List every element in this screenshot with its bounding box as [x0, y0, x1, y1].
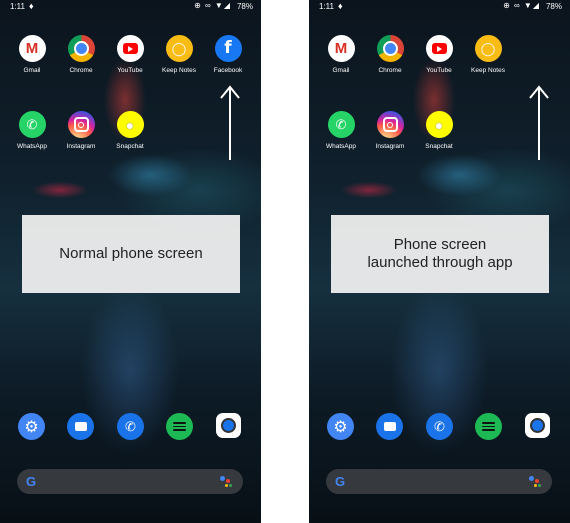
status-time: 1:11 — [319, 2, 334, 11]
status-bar: 1:11 ♦ ⊕ ∞ ▼◢ 78% — [0, 0, 261, 14]
app-label: Snapchat — [116, 143, 144, 150]
app-label: Gmail — [332, 67, 350, 74]
ghost-icon: ● — [116, 111, 144, 138]
app-youtube[interactable]: YouTube — [107, 35, 153, 74]
app-label: Snapchat — [425, 143, 453, 150]
assistant-icon[interactable] — [220, 476, 232, 488]
app-keep-notes[interactable]: ◯ Keep Notes — [156, 35, 202, 74]
battery-percent: 78% — [545, 2, 562, 11]
status-icons: ⊕ ∞ ▼◢ — [503, 1, 540, 10]
app-label: WhatsApp — [326, 143, 356, 150]
chrome-icon — [67, 35, 95, 62]
assistant-icon[interactable] — [529, 476, 541, 488]
google-search-bar[interactable]: G — [326, 469, 552, 494]
camera-icon[interactable] — [216, 413, 241, 438]
app-instagram[interactable]: Instagram — [58, 111, 104, 150]
lightbulb-icon: ◯ — [165, 35, 193, 62]
phone-icon[interactable]: ✆ — [117, 413, 144, 440]
caption-box: Normal phone screen — [22, 215, 240, 293]
app-label: Keep Notes — [162, 67, 196, 74]
app-instagram[interactable]: Instagram — [367, 111, 413, 150]
app-label: Facebook — [213, 67, 243, 74]
app-label: YouTube — [117, 67, 143, 74]
whatsapp-icon: ✆ — [18, 111, 46, 138]
facebook-icon: f — [214, 35, 242, 62]
google-search-bar[interactable]: G — [17, 469, 243, 494]
app-label: Keep Notes — [471, 67, 505, 74]
app-chrome[interactable]: Chrome — [367, 35, 413, 74]
settings-icon[interactable]: ⚙ — [327, 413, 354, 440]
lightbulb-icon: ◯ — [474, 35, 502, 62]
app-label: YouTube — [426, 67, 452, 74]
phone-screen-launched: 1:11 ♦ ⊕ ∞ ▼◢ 78% M Gmail Chrome YouTube… — [309, 0, 570, 523]
app-label: Instagram — [375, 143, 405, 150]
app-label: WhatsApp — [17, 143, 47, 150]
app-keep-notes[interactable]: ◯ Keep Notes — [465, 35, 511, 74]
app-label: Instagram — [66, 143, 96, 150]
status-bar: 1:11 ♦ ⊕ ∞ ▼◢ 78% — [309, 0, 570, 14]
messages-icon[interactable] — [67, 413, 94, 440]
ghost-icon: ● — [425, 111, 453, 138]
caption-line-2: launched through app — [367, 254, 513, 271]
youtube-icon — [116, 35, 144, 62]
spotify-icon[interactable] — [475, 413, 502, 440]
app-label: Chrome — [69, 67, 93, 74]
app-snapchat[interactable]: ● Snapchat — [416, 111, 462, 150]
spotify-icon[interactable] — [166, 413, 193, 440]
app-whatsapp[interactable]: ✆ WhatsApp — [9, 111, 55, 150]
google-logo-icon: G — [26, 474, 37, 489]
caption-text: Normal phone screen — [59, 245, 203, 262]
youtube-icon — [425, 35, 453, 62]
app-gmail[interactable]: M Gmail — [318, 35, 364, 74]
caption-box: Phone screen launched through app — [331, 215, 549, 293]
notification-icon: ♦ — [29, 1, 34, 11]
app-youtube[interactable]: YouTube — [416, 35, 462, 74]
caption-line-1: Phone screen — [393, 236, 487, 253]
up-arrow-icon — [529, 85, 549, 160]
google-logo-icon: G — [335, 474, 346, 489]
caption-text: Phone screen launched through app — [367, 236, 512, 272]
app-chrome[interactable]: Chrome — [58, 35, 104, 74]
gmail-icon: M — [327, 35, 355, 62]
dock: ⚙ ✆ — [0, 413, 261, 443]
battery-percent: 78% — [236, 2, 253, 11]
app-label: Gmail — [23, 67, 41, 74]
settings-icon[interactable]: ⚙ — [18, 413, 45, 440]
phone-screen-normal: 1:11 ♦ ⊕ ∞ ▼◢ 78% M Gmail Chrome YouTube… — [0, 0, 261, 523]
dock: ⚙ ✆ — [309, 413, 570, 443]
app-gmail[interactable]: M Gmail — [9, 35, 55, 74]
instagram-icon — [67, 111, 95, 138]
chrome-icon — [376, 35, 404, 62]
app-whatsapp[interactable]: ✆ WhatsApp — [318, 111, 364, 150]
instagram-icon — [376, 111, 404, 138]
messages-icon[interactable] — [376, 413, 403, 440]
up-arrow-icon — [220, 85, 240, 160]
gmail-icon: M — [18, 35, 46, 62]
status-icons: ⊕ ∞ ▼◢ — [194, 1, 231, 10]
camera-icon[interactable] — [525, 413, 550, 438]
app-snapchat[interactable]: ● Snapchat — [107, 111, 153, 150]
notification-icon: ♦ — [338, 1, 343, 11]
app-facebook[interactable]: f Facebook — [205, 35, 251, 74]
whatsapp-icon: ✆ — [327, 111, 355, 138]
phone-icon[interactable]: ✆ — [426, 413, 453, 440]
app-label: Chrome — [378, 67, 402, 74]
status-time: 1:11 — [10, 2, 25, 11]
